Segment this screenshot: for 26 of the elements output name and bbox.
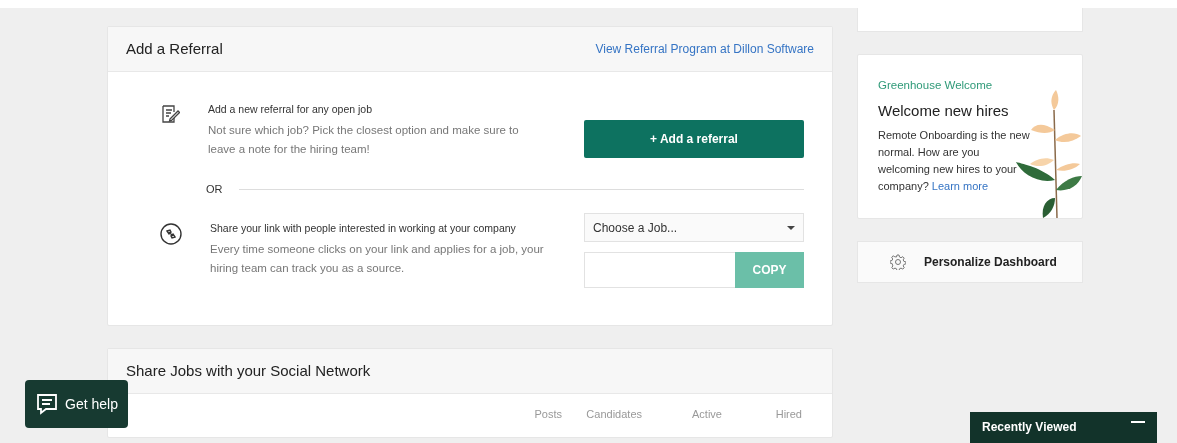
section-heading: Add a new referral for any open job [208,102,374,117]
chat-icon [35,392,59,416]
column-header: Candidates [585,407,642,422]
card-title: Welcome new hires [878,101,1010,122]
link-field[interactable] [584,252,735,289]
get-help-button[interactable]: Get help [25,380,128,428]
program-link[interactable]: View Referral Program at Dillon Software [595,40,814,58]
settings-icon [890,254,906,270]
column-header: Posts [533,407,562,422]
section-text: Not sure which job? Pick the closest option and make sure to leave a note for the hiring team! [208,122,520,157]
card-title: Share Jobs with your Social Network [126,360,371,381]
column-header: Active [691,407,722,422]
column-header: Hired [774,407,802,422]
add-referral-button[interactable]: + Add a referral [584,120,804,158]
panel-title: Recently Viewed [982,420,1077,436]
job-select[interactable]: Choose a Job... [584,213,804,243]
learn-more-link[interactable]: Learn more [931,179,989,192]
or-divider-label: OR [206,181,223,197]
card-eyebrow: Greenhouse Welcome [878,78,994,93]
section-text: Every time someone clicks on your link and applies for a job, your hiring team can track you as a source. [210,242,545,276]
section-heading: Share your link with people interested in working at your company [210,221,517,237]
personalize-dashboard-button[interactable]: Personalize Dashboard [857,241,1083,283]
edit-note-icon [160,104,180,124]
card-text: Remote Onboarding is the new normal. How are you welcoming new hires to your company? Learn more [878,127,1031,194]
card-title: Add a Referral [126,38,223,59]
link-icon [160,223,182,246]
